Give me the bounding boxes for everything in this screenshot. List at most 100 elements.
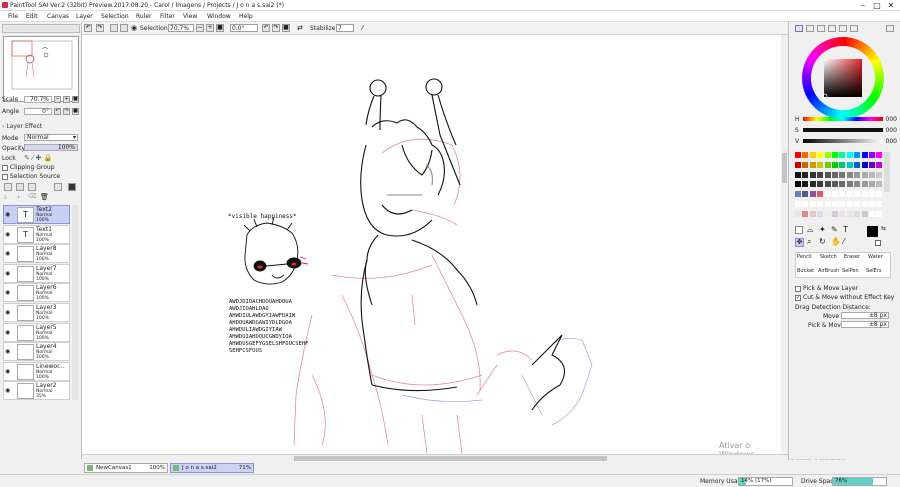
tab-jonas[interactable]: J o n a s.sai2 71%: [170, 463, 254, 473]
swatch-cell[interactable]: [869, 210, 875, 217]
menu-view[interactable]: View: [183, 13, 197, 20]
swatch-cell[interactable]: [832, 210, 838, 217]
tool-selers[interactable]: SelErs: [866, 268, 881, 274]
eye-icon[interactable]: ◉: [131, 24, 137, 32]
tool-pencil[interactable]: Pencil: [797, 254, 812, 260]
swatch-cell[interactable]: [869, 152, 875, 158]
pen-select-icon[interactable]: ✎: [831, 225, 838, 234]
swatch-cell[interactable]: [795, 181, 801, 188]
swatch-cell[interactable]: [809, 210, 816, 217]
swatch-cell[interactable]: [876, 181, 883, 188]
angle-reset-button[interactable]: ■: [72, 108, 79, 115]
rotate-tool-icon[interactable]: ↻: [819, 237, 826, 246]
opacity-slider[interactable]: 100%: [24, 144, 78, 151]
rotation-field[interactable]: 0.0°: [230, 24, 258, 32]
scale-down-button[interactable]: −: [54, 96, 61, 103]
canvas-horizontal-scrollbar[interactable]: [82, 454, 788, 461]
swatch-scrollbar[interactable]: [884, 152, 890, 192]
layer-item[interactable]: ◉ Layer4 Normal 100%: [3, 342, 70, 362]
scale-reset-button[interactable]: ■: [72, 96, 79, 103]
swatch-cell[interactable]: [861, 201, 868, 207]
layer-item[interactable]: ◉ Layer2 Normal 35%: [3, 381, 70, 401]
mask-button[interactable]: [68, 183, 76, 191]
palette-tab[interactable]: [828, 25, 836, 32]
cut-move-checkbox[interactable]: ✓ Cut & Move without Effect Key: [795, 294, 894, 301]
move-tool-icon[interactable]: ✥: [795, 238, 804, 247]
swatch-cell[interactable]: [802, 152, 809, 158]
layer-item[interactable]: ◉ Layer5 Normal 100%: [3, 322, 70, 342]
primary-color-swatch[interactable]: [867, 226, 878, 237]
stabilizer-select[interactable]: 7: [336, 24, 354, 32]
menu-edit[interactable]: Edit: [26, 13, 38, 20]
flip-icon[interactable]: ⇄: [297, 24, 303, 32]
swatch-cell[interactable]: [802, 181, 809, 188]
swatch-cell[interactable]: [802, 210, 809, 217]
swatch-cell[interactable]: [795, 161, 801, 168]
saturation-slider[interactable]: [803, 128, 883, 132]
pick-move-layer-checkbox[interactable]: Pick & Move Layer: [795, 285, 858, 292]
swatch-cell[interactable]: [876, 152, 883, 158]
layer-item[interactable]: ◉ Layer3 Normal 100%: [3, 303, 70, 322]
swatch-cell[interactable]: [802, 161, 809, 168]
swatch-cell[interactable]: [839, 210, 846, 217]
layer-item[interactable]: ◉ Layer7 Normal 100%: [3, 263, 70, 283]
swatch-cell[interactable]: [876, 171, 883, 178]
move-distance-field[interactable]: ±8 px: [841, 312, 889, 319]
swatch-cell[interactable]: [876, 161, 883, 168]
swatch-cell[interactable]: [817, 191, 824, 198]
tool-sketch[interactable]: Sketch: [820, 254, 837, 260]
eyedropper-icon[interactable]: ⁄: [843, 237, 844, 246]
visibility-eye-icon[interactable]: ◉: [5, 329, 10, 336]
swatch-cell[interactable]: [832, 201, 838, 207]
swatch-cell[interactable]: [869, 201, 875, 207]
swatch-cell[interactable]: [839, 181, 846, 188]
swatch-cell[interactable]: [861, 152, 868, 158]
swatch-cell[interactable]: [817, 201, 824, 207]
magic-wand-icon[interactable]: ✦: [819, 225, 826, 234]
scratchpad-tab[interactable]: [850, 25, 858, 32]
vertical-scroll-thumb[interactable]: [782, 153, 787, 183]
swap-colors-icon[interactable]: ⇆: [881, 225, 886, 232]
swatch-cell[interactable]: [832, 161, 838, 168]
rotate-right-button[interactable]: ↷: [63, 108, 70, 115]
close-button[interactable]: ✕: [884, 1, 898, 10]
undo-button[interactable]: ↶: [84, 24, 92, 32]
swatch-cell[interactable]: [824, 181, 831, 188]
new-folder-button[interactable]: [16, 183, 24, 191]
lock-icons[interactable]: ✎ ⁄ ✚ 🔒: [24, 154, 52, 162]
swatch-cell[interactable]: [802, 171, 809, 178]
minimize-button[interactable]: –: [856, 1, 870, 10]
swatch-cell[interactable]: [861, 191, 868, 198]
scale-field[interactable]: 70.7%: [24, 96, 52, 103]
rotate-cw-button[interactable]: ↷: [272, 24, 280, 32]
text-tool-icon[interactable]: T: [843, 225, 848, 234]
selection-source-checkbox[interactable]: Selection Source: [2, 173, 60, 180]
swatch-cell[interactable]: [869, 161, 875, 168]
swatch-cell[interactable]: [846, 152, 853, 158]
swatch-cell[interactable]: [809, 191, 816, 198]
menu-canvas[interactable]: Canvas: [47, 13, 69, 20]
layer-scrollbar[interactable]: [72, 205, 78, 400]
swatch-cell[interactable]: [854, 152, 861, 158]
swatch-cell[interactable]: [846, 181, 853, 188]
swatch-cell[interactable]: [854, 210, 861, 217]
swatch-cell[interactable]: [861, 210, 868, 217]
rotate-ccw-button[interactable]: ↶: [262, 24, 270, 32]
selection-rect-icon[interactable]: [795, 226, 803, 234]
swatch-cell[interactable]: [809, 161, 816, 168]
layer-option-button[interactable]: [54, 183, 62, 191]
swatch-cell[interactable]: [854, 191, 861, 198]
visibility-eye-icon[interactable]: ◉: [5, 270, 10, 277]
swatch-cell[interactable]: [817, 152, 824, 158]
maximize-button[interactable]: □: [870, 1, 884, 10]
menu-ruler[interactable]: Ruler: [136, 13, 152, 20]
swatch-cell[interactable]: [854, 171, 861, 178]
swatch-cell[interactable]: [869, 191, 875, 198]
tool-airbrush[interactable]: AirBrush: [818, 268, 839, 274]
angle-field[interactable]: 0°: [24, 108, 52, 115]
rotate-left-button[interactable]: ↶: [54, 108, 61, 115]
color-wheel[interactable]: [801, 36, 885, 120]
swatch-cell[interactable]: [817, 210, 824, 217]
navigator-preview[interactable]: [3, 36, 79, 102]
swatch-cell[interactable]: [824, 161, 831, 168]
